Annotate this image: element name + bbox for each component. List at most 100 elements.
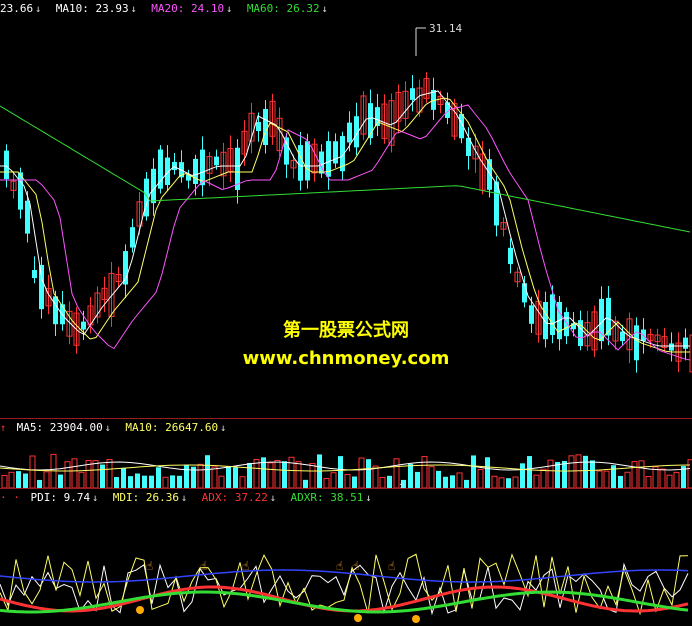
volume-legend-bar: ↑ MA5: 23904.00 ↓ MA10: 26647.60 ↓ (0, 421, 692, 435)
volume-bar (142, 475, 147, 488)
volume-bar (520, 463, 525, 488)
ma5-line (0, 90, 690, 347)
ma20-legend: MA20: 24.10 ↓ (151, 2, 232, 15)
volume-bar (37, 479, 42, 488)
volume-bar (421, 456, 428, 488)
volume-bar (464, 479, 469, 488)
volume-bar (645, 476, 652, 488)
down-arrow-icon: ↓ (365, 493, 372, 504)
candle-body (508, 247, 513, 265)
candle-body (25, 200, 30, 234)
volume-bars (1, 453, 692, 488)
down-arrow-icon: ↓ (130, 4, 137, 15)
volume-bar (149, 475, 154, 488)
dmi-legend-bar: · · PDI: 9.74 ↓ MDI: 26.36 ↓ ADX: 37.22 ↓ A… (0, 491, 692, 505)
ma5-value: 23.66 (0, 2, 34, 15)
volume-bar (415, 471, 420, 488)
volume-bar (527, 456, 532, 488)
candle-body (200, 149, 205, 186)
volume-bar (170, 475, 175, 488)
volume-bar (338, 456, 343, 488)
pdi-legend: PDI: 9.74 ↓ (31, 491, 99, 504)
watermark-url: www.chnmoney.com (242, 348, 450, 369)
candle-body (214, 156, 219, 166)
candle-body (193, 158, 198, 184)
volume-bar (547, 459, 554, 488)
candle-body (32, 270, 37, 279)
volume-bar (555, 461, 560, 488)
volume-bar (233, 467, 238, 488)
pdi-value: PDI: 9.74 (30, 491, 91, 504)
volume-bar (590, 460, 595, 488)
volume-bar (596, 470, 603, 488)
candle-body (172, 161, 177, 171)
volume-bar (100, 464, 105, 488)
dot-signal-icon (412, 615, 420, 623)
volume-bar (121, 468, 126, 488)
ma10-legend: MA10: 23.93 ↓ (56, 2, 137, 15)
volume-bar (23, 473, 28, 488)
vol-ma10-legend: MA10: 26647.60 ↓ (125, 421, 226, 434)
down-arrow-icon: ↓ (321, 4, 328, 15)
volume-bar (64, 461, 71, 488)
dmi-indicator-chart[interactable]: ☝ ☝ ☝ ☝ ☝ ☝ (0, 504, 692, 626)
volume-bar (450, 475, 455, 488)
ma60-value: MA60: 26.32 (246, 2, 320, 15)
adx-value: ADX: 37.22 (201, 491, 268, 504)
volume-bar (631, 461, 638, 488)
panel-divider (0, 488, 692, 489)
volume-bar (162, 476, 169, 488)
volume-bar (58, 474, 63, 488)
watermark-title: 第一股票公式网 (283, 320, 409, 341)
volume-bar (575, 454, 582, 488)
volume-bar (387, 475, 392, 488)
volume-bar (1, 474, 8, 488)
volume-bar (309, 462, 316, 488)
candle-body (347, 122, 352, 143)
volume-bar (267, 462, 274, 488)
volume-bar (218, 475, 225, 488)
volume-bar (358, 457, 365, 488)
volume-bar (92, 460, 99, 488)
volume-bar (533, 474, 540, 488)
volume-bar (624, 471, 631, 488)
volume-bar (408, 463, 413, 488)
volume-bar (177, 475, 182, 488)
candle-body (522, 283, 527, 303)
candle-body (410, 88, 415, 100)
volume-bar (205, 455, 210, 488)
volume-bar (352, 476, 357, 488)
ma10-value: MA10: 23.93 (55, 2, 129, 15)
volume-bar (288, 456, 295, 488)
ma5-legend: 23.66 ↓ (0, 2, 41, 15)
volume-bar (114, 477, 119, 488)
volume-bar (638, 460, 645, 488)
volume-chart[interactable]: ⇕ (0, 436, 692, 488)
volume-bar (8, 471, 15, 488)
volume-bar (211, 466, 218, 488)
volume-bar (687, 459, 692, 488)
volume-bar (135, 473, 140, 488)
volume-bar (540, 468, 547, 488)
volume-bar (428, 466, 435, 488)
volume-bar (583, 455, 588, 488)
dot-signal-icon (136, 606, 144, 614)
volume-bar (618, 475, 623, 488)
volume-bar (78, 471, 85, 488)
volume-bar (603, 470, 610, 488)
mdi-legend: MDI: 26.36 ↓ (113, 491, 187, 504)
hand-signal-icon: ☝ (146, 559, 153, 573)
volume-bar (274, 459, 281, 488)
volume-bar (568, 455, 575, 488)
volume-bar (379, 477, 386, 488)
panel-divider (0, 418, 692, 419)
down-arrow-icon: ↓ (269, 493, 276, 504)
volume-bar (197, 463, 204, 488)
down-arrow-icon: ↓ (181, 493, 188, 504)
peak-price-label: 31.14 (429, 22, 462, 35)
volume-bar (226, 466, 231, 488)
hand-signal-icon: ☝ (388, 559, 395, 573)
ma20-value: MA20: 24.10 (151, 2, 225, 15)
candle-body (263, 109, 268, 146)
vol-ma10-value: MA10: 26647.60 (125, 421, 219, 434)
